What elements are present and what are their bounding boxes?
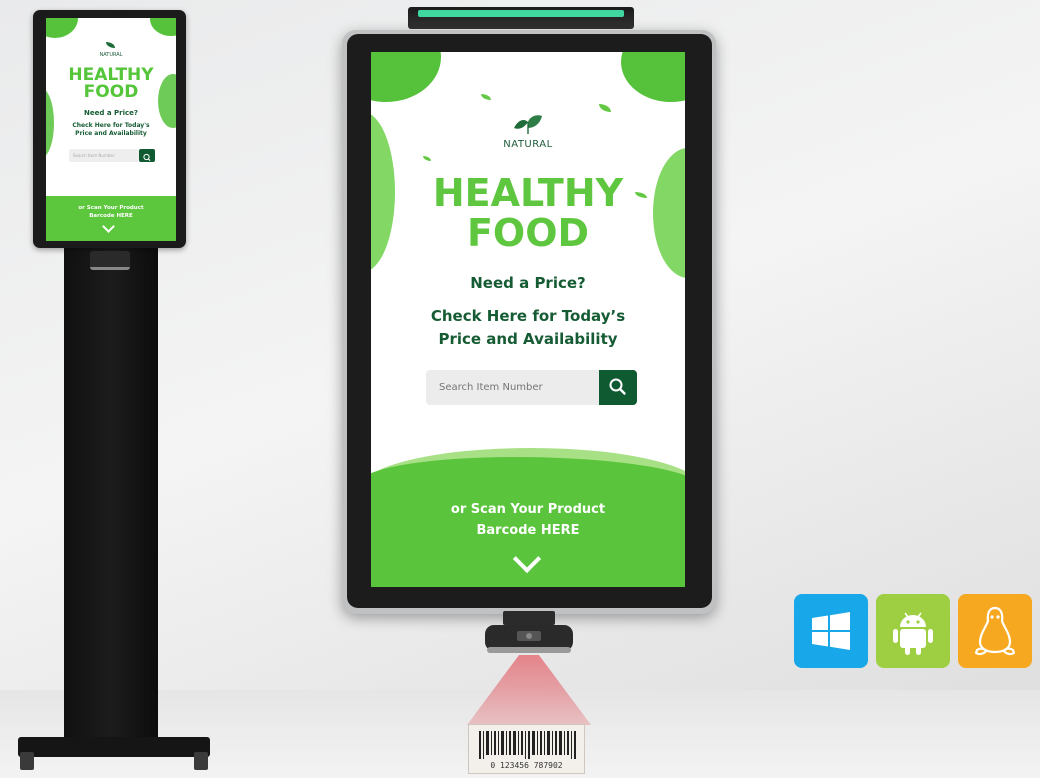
search-button[interactable] [139, 149, 155, 162]
subtitle-text: Check Here for Today’s Price and Availab… [371, 305, 685, 351]
barcode-label: 0 123456 787902 [468, 724, 585, 774]
scan-line: or Scan Your Product [78, 205, 144, 211]
page-title: HEALTHY FOOD [46, 67, 176, 101]
status-light [418, 10, 624, 17]
leaf-decoration [481, 94, 491, 100]
android-badge [876, 594, 950, 668]
search-input[interactable]: Search Item Number [69, 149, 139, 162]
leaf-decoration [46, 18, 78, 38]
brand-label: NATURAL [99, 52, 123, 58]
barcode-scanner [485, 611, 573, 653]
stand-foot [20, 752, 34, 770]
linux-icon [974, 606, 1016, 656]
brand-logo-icon [514, 115, 542, 134]
scan-prompt: or Scan Your Product Barcode HERE [371, 499, 685, 541]
search-button[interactable] [599, 370, 637, 405]
leaf-decoration [599, 104, 611, 112]
barcode-digits: 0 123456 787902 [490, 761, 563, 770]
windows-icon [812, 612, 850, 650]
scan-prompt: or Scan Your Product Barcode HERE [46, 204, 176, 220]
leaf-decoration [371, 52, 441, 102]
leaf-decoration [423, 156, 431, 161]
question-text: Need a Price? [84, 109, 138, 117]
search-icon [143, 153, 151, 162]
subtitle-line: Check Here for Today's [72, 122, 150, 129]
leaf-decoration [150, 18, 176, 36]
page-title: HEALTHY FOOD [371, 173, 685, 253]
small-kiosk-screen: NATURAL HEALTHY FOOD Need a Price? Check… [46, 18, 176, 241]
title-line: HEALTHY [432, 171, 624, 215]
small-barcode-scanner [90, 251, 130, 270]
brand-label: NATURAL [503, 139, 553, 150]
linux-badge [958, 594, 1032, 668]
large-kiosk-screen: NATURAL HEALTHY FOOD Need a Price? Check… [371, 52, 685, 587]
subtitle-line: Price and Availability [75, 130, 147, 137]
kiosk-stand-pole [64, 245, 158, 740]
title-line: FOOD [83, 82, 139, 102]
subtitle-text: Check Here for Today's Price and Availab… [46, 122, 176, 138]
scan-line: or Scan Your Product [450, 502, 606, 517]
android-icon [893, 612, 933, 655]
barcode-icon [479, 731, 576, 759]
question-text: Need a Price? [470, 274, 586, 292]
search-input[interactable] [426, 370, 599, 405]
leaf-decoration [621, 52, 685, 102]
brand-logo-icon [106, 42, 115, 48]
kiosk-stand-base [18, 737, 210, 757]
scan-line: Barcode HERE [89, 213, 133, 219]
subtitle-line: Price and Availability [438, 330, 618, 348]
search-icon [609, 378, 626, 395]
subtitle-line: Check Here for Today’s [430, 307, 626, 325]
scan-line: Barcode HERE [476, 523, 580, 538]
stand-foot [194, 752, 208, 770]
title-line: FOOD [466, 211, 590, 255]
windows-badge [794, 594, 868, 668]
